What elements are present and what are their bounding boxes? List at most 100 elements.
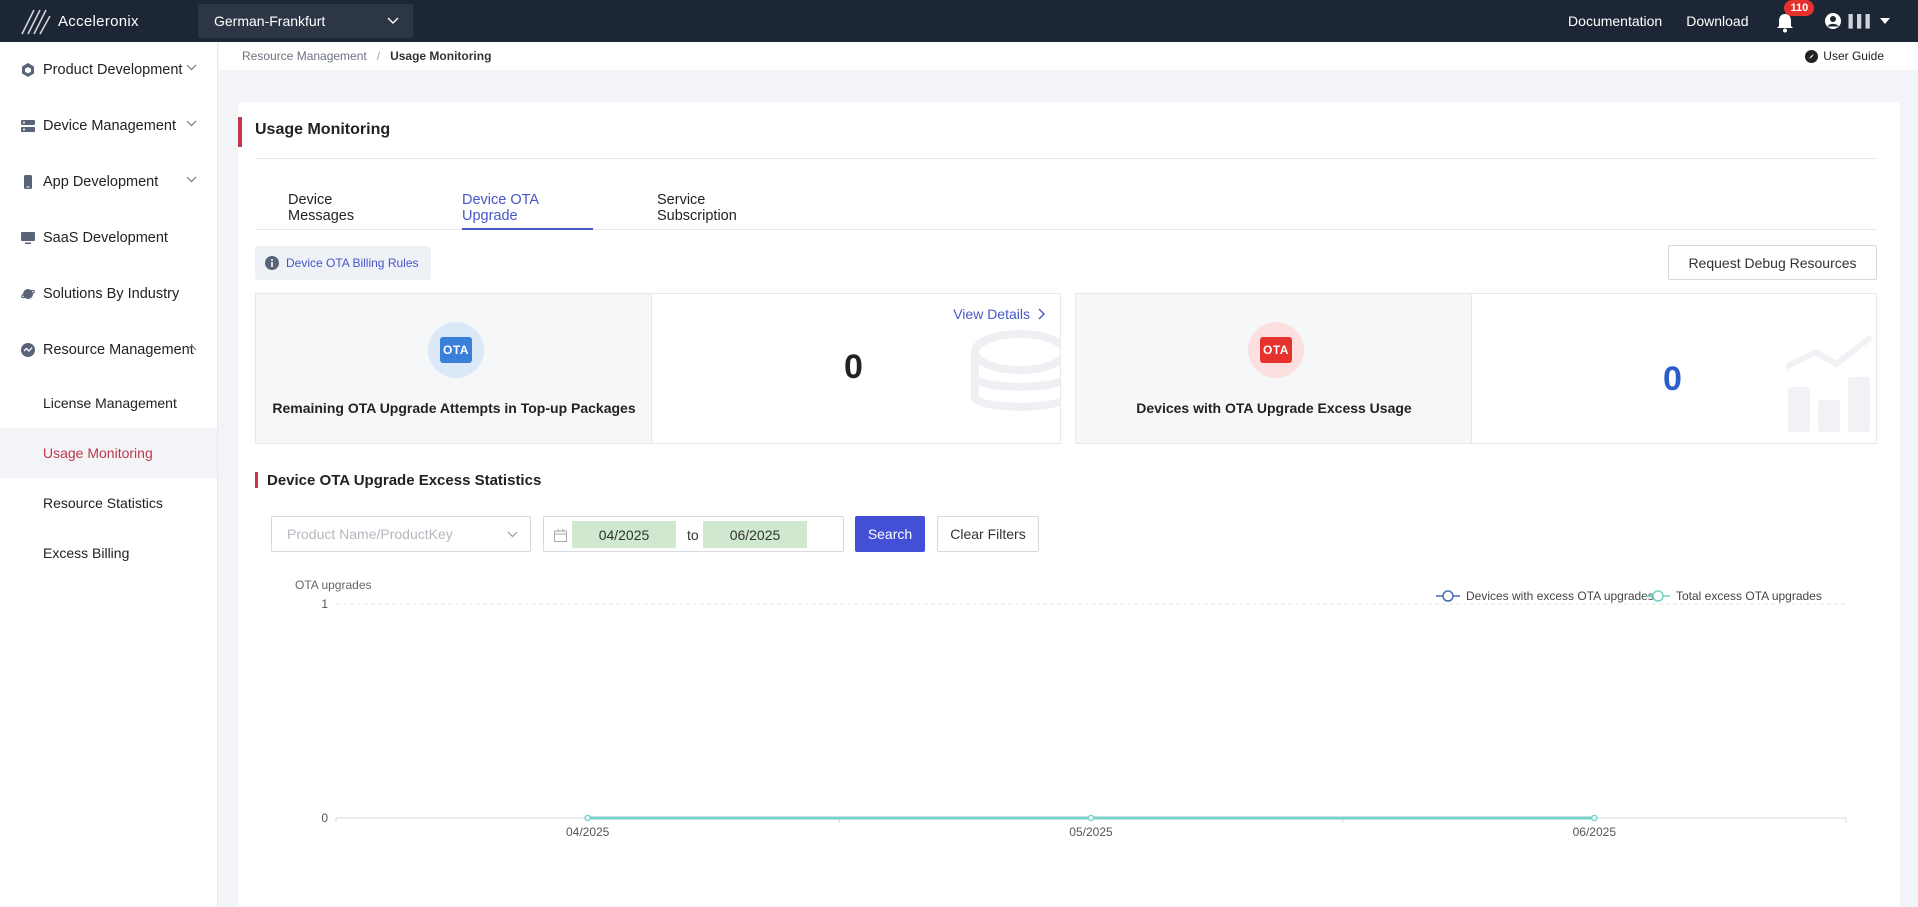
notification-badge: 110 bbox=[1784, 0, 1815, 16]
notifications-button[interactable]: 110 bbox=[1776, 0, 1815, 33]
y-axis-label: OTA upgrades bbox=[295, 578, 372, 592]
stat-label: Devices with OTA Upgrade Excess Usage bbox=[1136, 400, 1412, 416]
chart-canvas: OTA upgrades 0 1 04/2025 05/2025 06/2025 Devic… bbox=[295, 578, 1847, 839]
billing-rules-link[interactable]: Device OTA Billing Rules bbox=[255, 246, 431, 280]
product-select[interactable]: Product Name/ProductKey bbox=[271, 516, 531, 552]
user-guide-label: User Guide bbox=[1823, 49, 1884, 63]
chevron-down-icon bbox=[507, 531, 518, 537]
planet-icon bbox=[20, 286, 36, 302]
sidebar-item-label: Solutions By Industry bbox=[43, 286, 180, 302]
ota-chip: OTA bbox=[1260, 337, 1292, 363]
coins-watermark-icon bbox=[971, 330, 1060, 411]
chevron-down-icon bbox=[186, 64, 197, 71]
chevron-down-icon bbox=[186, 176, 197, 183]
sidebar-item-resource-management[interactable]: Resource Management bbox=[0, 322, 217, 378]
sidebar-item-product-development[interactable]: Product Development bbox=[0, 42, 217, 98]
clear-filters-button[interactable]: Clear Filters bbox=[937, 516, 1039, 552]
stat-value: 0 bbox=[1663, 360, 1682, 398]
caret-down-icon bbox=[1880, 18, 1890, 24]
sidebar-item-solutions-by-industry[interactable]: Solutions By Industry bbox=[0, 266, 217, 322]
legend-label: Devices with excess OTA upgrades bbox=[1466, 589, 1654, 603]
user-avatar-icon bbox=[1825, 13, 1842, 29]
y-tick-label: 1 bbox=[321, 597, 328, 611]
date-from-input[interactable] bbox=[572, 521, 676, 548]
breadcrumb-separator: / bbox=[376, 49, 381, 63]
breadcrumb-parent[interactable]: Resource Management bbox=[242, 49, 367, 63]
download-link[interactable]: Download bbox=[1686, 13, 1748, 29]
sidebar-subitem-license-management[interactable]: License Management bbox=[0, 378, 217, 428]
sidebar-subitem-usage-monitoring[interactable]: Usage Monitoring bbox=[0, 428, 217, 478]
data-point bbox=[584, 814, 591, 822]
trend-chart-watermark-icon bbox=[1786, 334, 1873, 432]
y-tick-label: 0 bbox=[321, 811, 328, 825]
monitor-icon bbox=[20, 230, 36, 246]
excess-usage-stat-panel: OTA Devices with OTA Upgrade Excess Usag… bbox=[1075, 293, 1877, 444]
view-details-label: View Details bbox=[953, 306, 1030, 322]
x-tick-label: 04/2025 bbox=[566, 825, 610, 839]
sidebar-item-label: Device Management bbox=[43, 118, 176, 134]
data-point bbox=[1591, 814, 1598, 822]
brand-logo[interactable]: Acceleronix bbox=[20, 6, 180, 36]
date-range-picker[interactable]: to bbox=[543, 516, 844, 552]
divider bbox=[255, 158, 1877, 159]
stat-label: Remaining OTA Upgrade Attempts in Top-up… bbox=[272, 400, 636, 416]
chevron-up-icon bbox=[186, 344, 197, 351]
sidebar-item-label: App Development bbox=[43, 174, 159, 190]
user-name: ▌▌▌ bbox=[1848, 14, 1874, 28]
sidebar-item-label: Resource Management bbox=[43, 342, 194, 358]
date-to-label: to bbox=[687, 527, 699, 543]
chevron-right-icon bbox=[1038, 308, 1045, 320]
breadcrumb-current: Usage Monitoring bbox=[390, 49, 492, 63]
sidebar-subitem-excess-billing[interactable]: Excess Billing bbox=[0, 528, 217, 578]
sidebar-item-label: Product Development bbox=[43, 62, 183, 78]
legend-marker bbox=[1652, 590, 1664, 602]
calendar-icon bbox=[554, 529, 567, 542]
breadcrumb: Resource Management / Usage Monitoring U… bbox=[219, 42, 1918, 70]
ota-icon: OTA bbox=[428, 322, 484, 378]
region-selector[interactable]: German-Frankfurt bbox=[198, 4, 413, 38]
phone-icon bbox=[20, 174, 36, 190]
tab-device-ota-upgrade[interactable]: Device OTA Upgrade bbox=[462, 192, 593, 230]
compass-icon bbox=[1805, 49, 1819, 63]
x-tick-label: 05/2025 bbox=[1069, 825, 1113, 839]
ota-chip: OTA bbox=[440, 337, 472, 363]
user-guide-link[interactable]: User Guide bbox=[1805, 49, 1884, 63]
ota-alert-icon: OTA bbox=[1248, 322, 1304, 378]
view-details-link[interactable]: View Details bbox=[953, 306, 1046, 322]
documentation-link[interactable]: Documentation bbox=[1568, 13, 1662, 29]
section-title: Device OTA Upgrade Excess Statistics bbox=[267, 472, 542, 489]
server-icon bbox=[20, 118, 36, 134]
main-card: Usage Monitoring Device Messages Device … bbox=[238, 102, 1900, 907]
stat-value: 0 bbox=[844, 348, 863, 386]
top-bar: Acceleronix German-Frankfurt Documentati… bbox=[0, 0, 1918, 42]
page-title: Usage Monitoring bbox=[255, 121, 391, 138]
data-point bbox=[1087, 814, 1095, 822]
user-menu[interactable]: ▌▌▌ bbox=[1824, 12, 1890, 30]
section-accent bbox=[255, 472, 258, 488]
bell-icon bbox=[1777, 14, 1794, 33]
product-select-placeholder: Product Name/ProductKey bbox=[287, 526, 453, 542]
tab-device-messages[interactable]: Device Messages bbox=[288, 192, 400, 230]
chevron-down-icon bbox=[387, 17, 399, 24]
sidebar-subitem-resource-statistics[interactable]: Resource Statistics bbox=[0, 478, 217, 528]
gauge-icon bbox=[20, 342, 36, 358]
x-tick-label: 06/2025 bbox=[1573, 825, 1617, 839]
tab-service-subscription[interactable]: Service Subscription bbox=[657, 192, 787, 230]
request-debug-resources-button[interactable]: Request Debug Resources bbox=[1668, 245, 1877, 280]
sidebar-item-label: SaaS Development bbox=[43, 230, 168, 246]
logo-mark-icon bbox=[21, 9, 51, 35]
date-to-input[interactable] bbox=[703, 521, 807, 548]
sidebar: Product Development Device Management Ap… bbox=[0, 42, 218, 907]
remaining-ota-stat-panel: OTA Remaining OTA Upgrade Attempts in To… bbox=[255, 293, 1061, 444]
tab-bar: Device Messages Device OTA Upgrade Servi… bbox=[255, 192, 1877, 230]
legend-marker bbox=[1442, 590, 1454, 602]
stat-left: OTA Remaining OTA Upgrade Attempts in To… bbox=[256, 294, 652, 443]
ota-excess-chart: OTA upgrades 0 1 04/2025 05/2025 06/2025 Devic… bbox=[238, 568, 1900, 907]
sidebar-item-device-management[interactable]: Device Management bbox=[0, 98, 217, 154]
sidebar-item-app-development[interactable]: App Development bbox=[0, 154, 217, 210]
cube-icon bbox=[20, 62, 36, 78]
sidebar-item-saas-development[interactable]: SaaS Development bbox=[0, 210, 217, 266]
title-accent bbox=[238, 117, 242, 147]
search-button[interactable]: Search bbox=[855, 516, 925, 552]
brand-name: Acceleronix bbox=[58, 12, 139, 30]
